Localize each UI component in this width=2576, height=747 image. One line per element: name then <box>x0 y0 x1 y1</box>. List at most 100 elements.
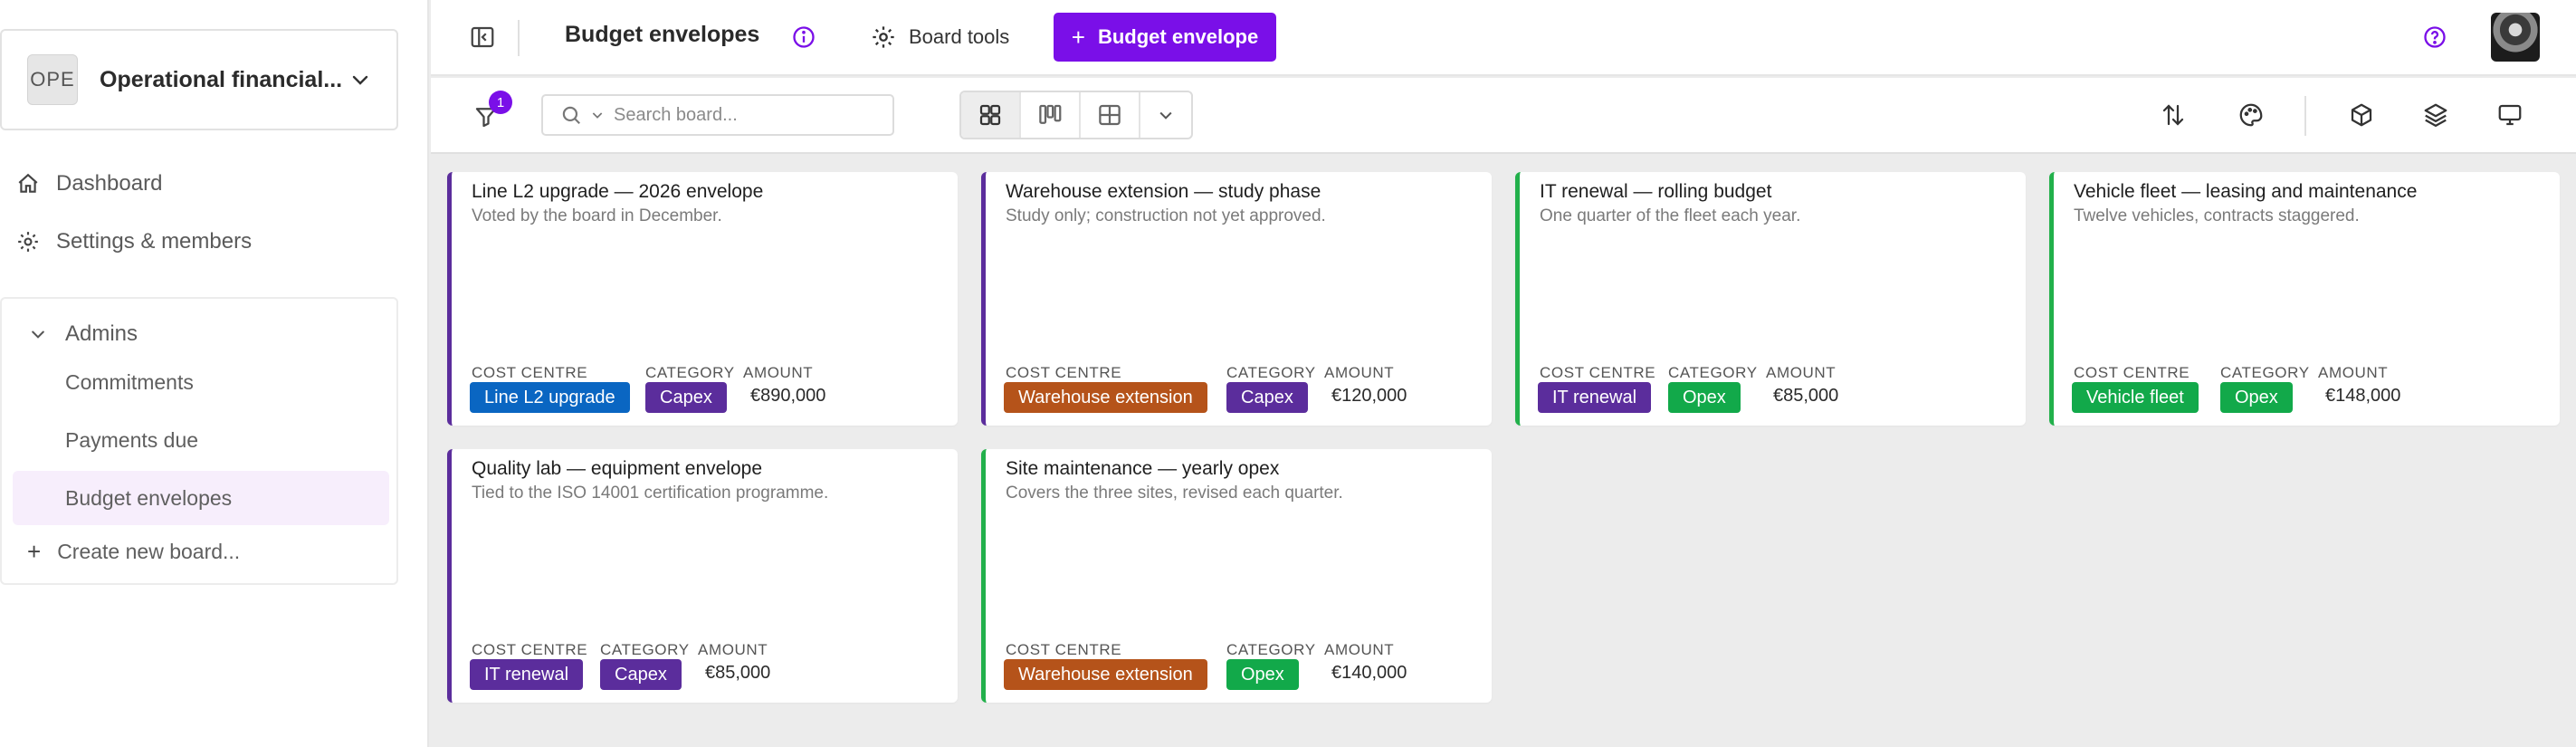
create-board-label: Create new board... <box>57 539 241 563</box>
group-toggle[interactable]: Admins <box>29 311 138 357</box>
category-tag: Capex <box>1226 382 1308 413</box>
amount-value: €890,000 <box>750 386 826 406</box>
cube-icon[interactable] <box>2348 101 2375 129</box>
layers-icon[interactable] <box>2422 101 2449 129</box>
envelope-card[interactable]: Site maintenance — yearly opex Covers th… <box>981 449 1492 703</box>
sidebar-item-budget-envelopes[interactable]: Budget envelopes <box>13 471 389 525</box>
sidebar-item-label: Dashboard <box>56 171 163 196</box>
search-box[interactable] <box>541 94 894 136</box>
avatar[interactable] <box>2491 13 2540 62</box>
card-title: Warehouse extension — study phase <box>1006 181 1321 202</box>
amount-value: €140,000 <box>1331 663 1407 683</box>
add-budget-envelope-label: Budget envelope <box>1097 25 1259 48</box>
top-bar: Budget envelopes Board tools + Budget en… <box>431 0 2576 76</box>
chevron-down-icon <box>352 75 368 85</box>
chevron-down-icon <box>1159 111 1172 120</box>
sidebar-item-dashboard[interactable]: Dashboard <box>16 161 162 206</box>
card-title: Quality lab — equipment envelope <box>472 458 763 479</box>
info-icon[interactable] <box>791 24 816 50</box>
field-label-category: CATEGORY <box>1226 364 1316 381</box>
sidebar-item-settings[interactable]: Settings & members <box>16 219 252 264</box>
field-label-cost-centre: COST CENTRE <box>1006 364 1122 381</box>
sidebar-item-payments-due[interactable]: Payments due <box>13 413 389 467</box>
cost-centre-tag: Warehouse extension <box>1004 382 1207 413</box>
category-tag: Opex <box>1226 659 1299 690</box>
field-label-cost-centre: COST CENTRE <box>472 641 588 658</box>
cost-centre-tag: Warehouse extension <box>1004 659 1207 690</box>
sidebar-item-label: Settings & members <box>56 229 253 254</box>
field-label-amount: AMOUNT <box>743 364 814 381</box>
field-label-amount: AMOUNT <box>2318 364 2389 381</box>
card-description: One quarter of the fleet each year. <box>1540 206 1801 225</box>
field-label-category: CATEGORY <box>1668 364 1758 381</box>
envelope-card[interactable]: Quality lab — equipment envelope Tied to… <box>447 449 958 703</box>
field-label-category: CATEGORY <box>645 364 735 381</box>
board-tools-label: Board tools <box>909 25 1010 48</box>
view-kanban-button[interactable] <box>1021 92 1081 138</box>
envelope-card[interactable]: IT renewal — rolling budget One quarter … <box>1515 172 2026 426</box>
card-description: Study only; construction not yet approve… <box>1006 206 1326 225</box>
filter-count-badge: 1 <box>489 91 512 114</box>
card-description: Voted by the board in December. <box>472 206 722 225</box>
category-tag: Capex <box>600 659 682 690</box>
divider <box>2304 96 2306 136</box>
sidebar-collapse-icon[interactable] <box>469 24 496 51</box>
envelope-card[interactable]: Warehouse extension — study phase Study … <box>981 172 1492 426</box>
amount-value: €148,000 <box>2325 386 2401 406</box>
card-title: Vehicle fleet — leasing and maintenance <box>2074 181 2418 202</box>
divider <box>518 20 520 56</box>
sort-icon[interactable] <box>2160 101 2187 129</box>
palette-icon[interactable] <box>2237 101 2265 129</box>
kanban-icon <box>1039 104 1062 124</box>
cost-centre-tag: Vehicle fleet <box>2072 382 2199 413</box>
cost-centre-tag: IT renewal <box>470 659 584 690</box>
help-icon[interactable] <box>2422 24 2447 50</box>
view-options-dropdown[interactable] <box>1140 92 1191 138</box>
field-label-amount: AMOUNT <box>1324 641 1395 658</box>
home-icon <box>18 173 38 193</box>
view-table-button[interactable] <box>1081 92 1140 138</box>
workspace-name: Operational financial... <box>100 66 343 92</box>
field-label-cost-centre: COST CENTRE <box>2074 364 2190 381</box>
plus-icon: + <box>1071 23 1085 51</box>
board-tools-button[interactable]: Board tools <box>871 20 1009 54</box>
search-input[interactable] <box>614 104 867 126</box>
sidebar-item-commitments[interactable]: Commitments <box>13 355 389 409</box>
amount-value: €85,000 <box>1773 386 1839 406</box>
amount-value: €120,000 <box>1331 386 1407 406</box>
chevron-down-icon[interactable] <box>590 108 605 122</box>
monitor-icon[interactable] <box>2496 101 2524 129</box>
plus-icon: + <box>27 537 42 565</box>
category-tag: Opex <box>2220 382 2293 413</box>
field-label-category: CATEGORY <box>2220 364 2310 381</box>
table-icon <box>1099 104 1121 126</box>
field-label-category: CATEGORY <box>1226 641 1316 658</box>
category-tag: Opex <box>1668 382 1741 413</box>
add-budget-envelope-button[interactable]: + Budget envelope <box>1054 13 1276 62</box>
field-label-amount: AMOUNT <box>698 641 768 658</box>
envelope-card[interactable]: Line L2 upgrade — 2026 envelope Voted by… <box>447 172 958 426</box>
grid-icon <box>979 104 1001 126</box>
search-icon <box>562 106 580 124</box>
field-label-amount: AMOUNT <box>1766 364 1837 381</box>
cost-centre-tag: IT renewal <box>1538 382 1652 413</box>
envelope-card[interactable]: Vehicle fleet — leasing and maintenance … <box>2049 172 2560 426</box>
board-toolbar: 1 <box>431 78 2576 154</box>
board-group: Admins Commitments Payments due Budget e… <box>0 297 398 585</box>
create-board-button[interactable]: + Create new board... <box>27 529 240 574</box>
field-label-cost-centre: COST CENTRE <box>1006 641 1122 658</box>
cost-centre-tag: Line L2 upgrade <box>470 382 630 413</box>
card-title: Line L2 upgrade — 2026 envelope <box>472 181 764 202</box>
category-tag: Capex <box>645 382 727 413</box>
field-label-cost-centre: COST CENTRE <box>1540 364 1656 381</box>
gear-icon <box>18 232 38 252</box>
card-title: IT renewal — rolling budget <box>1540 181 1772 202</box>
sidebar: OPE Operational financial... Dashboard S… <box>0 0 429 747</box>
workspace-switcher[interactable]: OPE Operational financial... <box>0 29 398 130</box>
view-cards-button[interactable] <box>961 92 1021 138</box>
field-label-cost-centre: COST CENTRE <box>472 364 588 381</box>
chevron-down-icon <box>32 330 44 339</box>
card-description: Covers the three sites, revised each qua… <box>1006 484 1343 503</box>
amount-value: €85,000 <box>705 663 771 683</box>
group-title: Admins <box>65 321 138 346</box>
